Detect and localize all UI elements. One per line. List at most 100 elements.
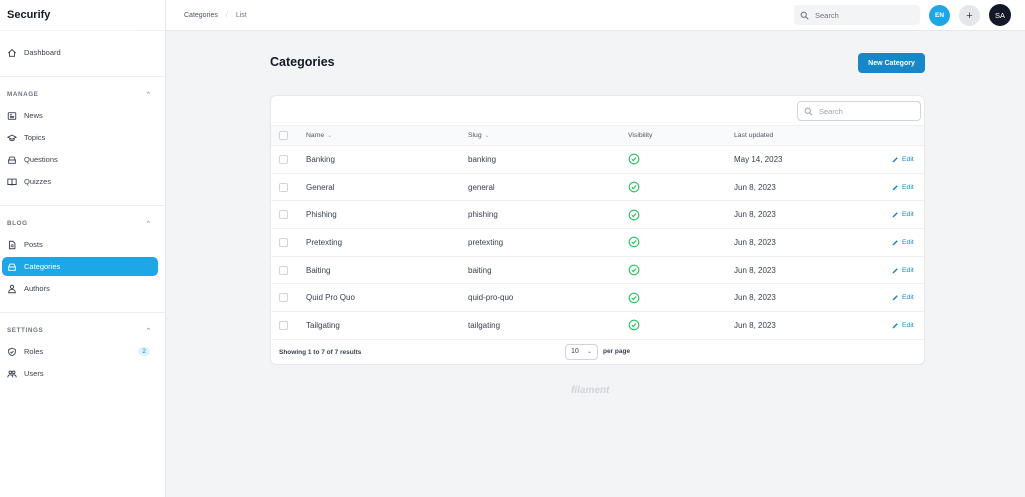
row-checkbox[interactable]	[279, 237, 288, 247]
plus-button[interactable]: +	[959, 5, 980, 26]
header-label: Name	[306, 132, 325, 139]
cell-slug: baiting	[468, 265, 492, 275]
topbar: Categories / List Search EN + SA	[166, 0, 1025, 31]
per-page-label: per page	[603, 348, 631, 356]
edit-link[interactable]: Edit	[892, 312, 914, 339]
pencil-icon	[892, 240, 898, 246]
newspaper-icon	[7, 111, 17, 121]
breadcrumb-categories[interactable]: Categories	[184, 12, 218, 19]
sidebar-item-users[interactable]: Users	[2, 364, 158, 383]
sidebar-item-categories[interactable]: Categories	[2, 257, 158, 276]
header-label: Last updated	[734, 132, 774, 139]
cell-slug: pretexting	[468, 237, 504, 247]
sidebar-group-label: MANAGE	[7, 91, 39, 98]
per-page-control: 10 ⌄ per page	[565, 343, 630, 361]
cell-slug: quid-pro-quo	[468, 293, 514, 303]
avatar[interactable]: SA	[989, 4, 1011, 26]
column-header-updated: Last updated	[734, 126, 773, 145]
app-logo[interactable]: Securify	[0, 0, 165, 31]
sidebar-item-label: Topics	[24, 133, 46, 142]
cell-name: Quid Pro Quo	[306, 293, 355, 303]
table-row[interactable]: Tailgating tailgating Jun 8, 2023 Edit	[271, 312, 924, 340]
sort-icon: ⌄	[484, 133, 490, 139]
table-search-input[interactable]: Search	[797, 101, 921, 121]
pagination-summary: Showing 1 to 7 of 7 results	[279, 348, 362, 356]
home-icon	[7, 48, 17, 58]
row-checkbox[interactable]	[279, 293, 288, 303]
sidebar-item-authors[interactable]: Authors	[2, 279, 158, 298]
sidebar-item-quizzes[interactable]: Quizzes	[2, 172, 158, 191]
column-header-name[interactable]: Name ⌄	[306, 126, 332, 145]
sidebar-group-label: SETTINGS	[7, 327, 44, 334]
chevron-up-icon: ⌃	[145, 91, 152, 99]
breadcrumb-list: List	[235, 11, 247, 19]
column-header-slug[interactable]: Slug ⌄	[468, 126, 490, 145]
sidebar-item-roles[interactable]: Roles 2	[2, 342, 158, 361]
cell-updated: Jun 8, 2023	[734, 293, 776, 303]
pencil-icon	[892, 212, 898, 218]
shield-check-icon	[7, 347, 17, 357]
book-open-icon	[7, 177, 17, 187]
sidebar-item-label: Questions	[24, 155, 58, 164]
edit-label: Edit	[902, 183, 914, 191]
sidebar-item-posts[interactable]: Posts	[2, 235, 158, 254]
new-category-button[interactable]: New Category	[858, 53, 925, 73]
cell-name: General	[306, 182, 335, 192]
sidebar-group-settings[interactable]: SETTINGS ⌃	[0, 323, 165, 338]
row-checkbox[interactable]	[279, 182, 288, 192]
visible-check-icon	[628, 146, 640, 173]
roles-count-badge: 2	[138, 347, 150, 356]
language-switch-button[interactable]: EN	[929, 5, 950, 26]
cell-updated: Jun 8, 2023	[734, 237, 776, 247]
edit-link[interactable]: Edit	[892, 201, 914, 228]
chevron-up-icon: ⌃	[145, 327, 152, 335]
breadcrumb: Categories / List	[166, 12, 247, 19]
edit-label: Edit	[902, 211, 914, 219]
row-checkbox[interactable]	[279, 320, 288, 330]
table-row[interactable]: Quid Pro Quo quid-pro-quo Jun 8, 2023 Edit	[271, 284, 924, 313]
row-checkbox[interactable]	[279, 210, 288, 220]
cell-name: Baiting	[306, 265, 331, 275]
user-group-icon	[7, 369, 17, 379]
sidebar-item-news[interactable]: News	[2, 106, 158, 125]
select-all-checkbox[interactable]	[279, 131, 288, 140]
edit-link[interactable]: Edit	[892, 284, 914, 311]
table-header: Name ⌄ Slug ⌄ Visibility Last updated	[271, 126, 924, 146]
table-row[interactable]: General general Jun 8, 2023 Edit	[271, 174, 924, 202]
sort-icon: ⌄	[327, 133, 333, 139]
sidebar-item-label: News	[24, 111, 43, 120]
cell-updated: May 14, 2023	[734, 154, 783, 164]
edit-link[interactable]: Edit	[892, 146, 914, 173]
table-row[interactable]: Banking banking May 14, 2023 Edit	[271, 146, 924, 174]
pencil-icon	[892, 295, 898, 301]
column-header-visibility: Visibility	[628, 126, 652, 145]
sidebar-item-topics[interactable]: Topics	[2, 128, 158, 147]
search-placeholder: Search	[815, 10, 839, 20]
edit-label: Edit	[902, 155, 914, 163]
sidebar-item-label: Roles	[24, 347, 44, 356]
sidebar-item-dashboard[interactable]: Dashboard	[2, 43, 158, 62]
sidebar-group-manage[interactable]: MANAGE ⌃	[0, 87, 165, 102]
sidebar-item-questions[interactable]: Questions	[2, 150, 158, 169]
users-icon	[7, 284, 17, 294]
sidebar-group-blog[interactable]: BLOG ⌃	[0, 216, 165, 231]
row-checkbox[interactable]	[279, 154, 288, 164]
edit-link[interactable]: Edit	[892, 229, 914, 256]
pencil-icon	[892, 157, 898, 163]
per-page-select[interactable]: 10 ⌄	[565, 343, 598, 360]
footer-brand: filament	[571, 385, 610, 396]
academic-cap-icon	[7, 133, 17, 143]
edit-link[interactable]: Edit	[892, 257, 914, 284]
document-icon	[7, 240, 17, 250]
per-page-value: 10	[571, 348, 579, 356]
page-title: Categories	[270, 55, 335, 69]
chevron-down-icon: ⌄	[586, 349, 592, 356]
row-checkbox[interactable]	[279, 265, 288, 275]
edit-link[interactable]: Edit	[892, 174, 914, 201]
table-row[interactable]: Phishing phishing Jun 8, 2023 Edit	[271, 201, 924, 230]
table-body: Banking banking May 14, 2023 Edit General gen…	[271, 146, 924, 340]
global-search-input[interactable]: Search	[794, 5, 920, 25]
table-row[interactable]: Pretexting pretexting Jun 8, 2023 Edit	[271, 229, 924, 257]
table-row[interactable]: Baiting baiting Jun 8, 2023 Edit	[271, 257, 924, 285]
sidebar-item-label: Dashboard	[24, 48, 61, 57]
